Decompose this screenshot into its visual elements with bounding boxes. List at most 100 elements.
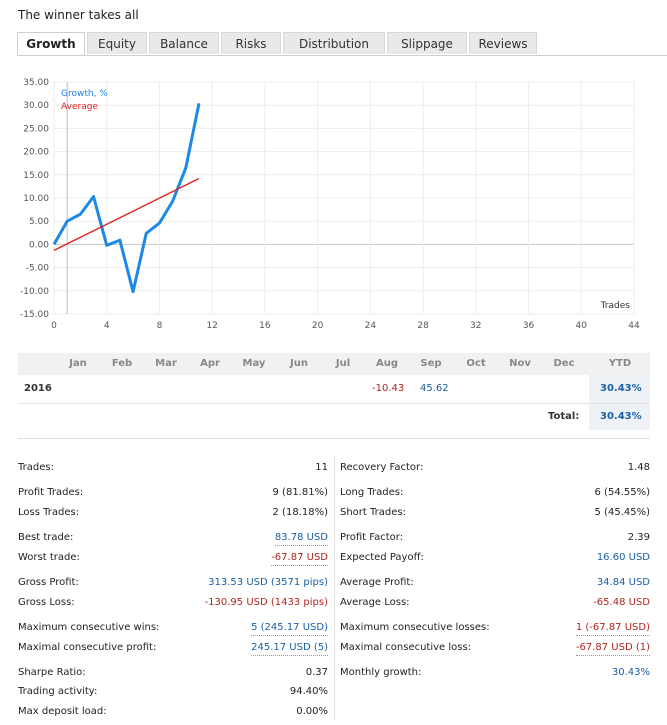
section-divider [18, 438, 650, 439]
y-tick-label: 20.00 [23, 148, 49, 158]
month-jul: Jul [335, 358, 351, 369]
stat-average-loss: Average Loss: -65.48 USD [340, 596, 650, 610]
stat-value: 34.84 USD [596, 577, 650, 588]
year-label: 2016 [24, 383, 52, 394]
tab-reviews[interactable]: Reviews [469, 32, 537, 54]
month-feb: Feb [111, 358, 133, 369]
stat-label: Monthly growth: [340, 667, 422, 678]
stat-label: Maximum consecutive wins: [18, 622, 160, 633]
stat-trading-activity: Trading activity: 94.40% [18, 685, 328, 699]
legend-growth: Growth, % [61, 89, 108, 99]
y-tick-label: -5.00 [26, 264, 50, 274]
month-mar: Mar [155, 358, 177, 369]
x-tick-label: 4 [104, 321, 110, 331]
stat-value: 30.43% [611, 667, 650, 678]
stat-max-consecutive-losses: Maximum consecutive losses: 1 (-67.87 USD… [340, 621, 650, 636]
stat-label: Maximal consecutive loss: [340, 642, 472, 653]
stat-profit-trades: Profit Trades: 9 (81.81%) [18, 486, 328, 500]
stat-label: Maximum consecutive losses: [340, 622, 490, 633]
sep-value[interactable]: 45.62 [420, 375, 449, 403]
month-aug: Aug [375, 358, 399, 369]
stat-short-trades: Short Trades: 5 (45.45%) [340, 506, 650, 520]
stat-value[interactable]: 83.78 USD [274, 531, 328, 546]
stat-gross-profit: Gross Profit: 313.53 USD (3571 pips) [18, 576, 328, 590]
stat-value[interactable]: 245.17 USD (5) [251, 641, 328, 656]
stat-label: Profit Factor: [340, 532, 404, 543]
stat-label: Recovery Factor: [340, 462, 424, 473]
stat-value[interactable]: 1 (-67.87 USD) [575, 621, 650, 636]
stat-max-deposit-load: Max deposit load: 0.00% [18, 705, 328, 719]
x-tick-label: 12 [206, 321, 217, 331]
stat-value[interactable]: -67.87 USD [271, 551, 328, 566]
stat-max-consecutive-loss: Maximal consecutive loss: -67.87 USD (1) [340, 641, 650, 656]
stat-value[interactable]: 5 (245.17 USD) [251, 621, 328, 636]
x-tick-label: 20 [312, 321, 324, 331]
x-tick-label: 40 [576, 321, 588, 331]
stat-label: Expected Payoff: [340, 552, 424, 563]
month-may: May [242, 358, 266, 369]
tab-equity[interactable]: Equity [87, 32, 147, 54]
stat-label: Best trade: [18, 532, 74, 543]
stat-value: 11 [315, 462, 328, 473]
stat-trades: Trades: 11 [18, 461, 328, 475]
stat-value: 6 (54.55%) [594, 487, 650, 498]
y-tick-label: 10.00 [23, 194, 49, 204]
tab-distribution[interactable]: Distribution [283, 32, 385, 54]
y-tick-label: -15.00 [20, 310, 49, 320]
stat-label: Average Loss: [340, 597, 410, 608]
month-apr: Apr [200, 358, 220, 369]
aug-value[interactable]: -10.43 [372, 375, 404, 403]
stat-value: 2 (18.18%) [272, 507, 328, 518]
month-jan: Jan [69, 358, 87, 369]
stats-column-divider [334, 455, 335, 720]
x-tick-label: 16 [259, 321, 271, 331]
stat-recovery-factor: Recovery Factor: 1.48 [340, 461, 650, 475]
tab-risks[interactable]: Risks [221, 32, 281, 54]
stat-worst-trade: Worst trade: -67.87 USD [18, 551, 328, 566]
stat-sharpe-ratio: Sharpe Ratio: 0.37 [18, 666, 328, 680]
y-tick-label: 5.00 [29, 217, 49, 227]
month-jun: Jun [290, 358, 308, 369]
y-tick-label: 15.00 [23, 171, 49, 181]
year-row-2016: 2016 -10.43 45.62 30.43% [18, 375, 650, 404]
tab-slippage[interactable]: Slippage [387, 32, 467, 54]
x-tick-label: 24 [365, 321, 377, 331]
monthly-header: Jan Feb Mar Apr May Jun Jul Aug Sep Oct … [18, 353, 650, 375]
stat-value: 5 (45.45%) [594, 507, 650, 518]
stat-value: 0.00% [296, 706, 328, 717]
y-tick-label: 0.00 [29, 240, 49, 250]
x-tick-label: 36 [523, 321, 535, 331]
stat-average-profit: Average Profit: 34.84 USD [340, 576, 650, 590]
stat-label: Gross Profit: [18, 577, 79, 588]
stat-label: Trading activity: [18, 686, 98, 697]
total-label: Total: [548, 411, 580, 422]
stat-max-consecutive-wins: Maximum consecutive wins: 5 (245.17 USD) [18, 621, 328, 636]
y-tick-label: 30.00 [23, 101, 49, 111]
ytd-value: 30.43% [600, 383, 642, 394]
tab-underline [17, 55, 667, 56]
month-sep: Sep [420, 358, 442, 369]
month-oct: Oct [466, 358, 486, 369]
stat-gross-loss: Gross Loss: -130.95 USD (1433 pips) [18, 596, 328, 610]
legend-average: Average [61, 102, 98, 112]
tab-growth[interactable]: Growth [17, 32, 85, 56]
stat-best-trade: Best trade: 83.78 USD [18, 531, 328, 546]
x-tick-label: 8 [157, 321, 163, 331]
x-tick-label: 32 [470, 321, 481, 331]
stat-label: Max deposit load: [18, 706, 107, 717]
stat-expected-payoff: Expected Payoff: 16.60 USD [340, 551, 650, 565]
stat-long-trades: Long Trades: 6 (54.55%) [340, 486, 650, 500]
stat-monthly-growth: Monthly growth: 30.43% [340, 666, 650, 680]
x-tick-label: 44 [628, 321, 640, 331]
stat-value: 94.40% [289, 686, 328, 697]
month-nov: Nov [509, 358, 531, 369]
stat-value: -130.95 USD (1433 pips) [204, 597, 328, 608]
stat-value: -65.48 USD [593, 597, 650, 608]
stat-value[interactable]: -67.87 USD (1) [575, 641, 650, 656]
stat-label: Trades: [18, 462, 54, 473]
stat-label: Short Trades: [340, 507, 406, 518]
tab-balance[interactable]: Balance [149, 32, 219, 54]
growth-chart: 35.00 30.00 25.00 20.00 15.00 10.00 5.00 0.00 -5… [20, 78, 640, 331]
stat-loss-trades: Loss Trades: 2 (18.18%) [18, 506, 328, 520]
x-tick-label: 0 [51, 321, 57, 331]
